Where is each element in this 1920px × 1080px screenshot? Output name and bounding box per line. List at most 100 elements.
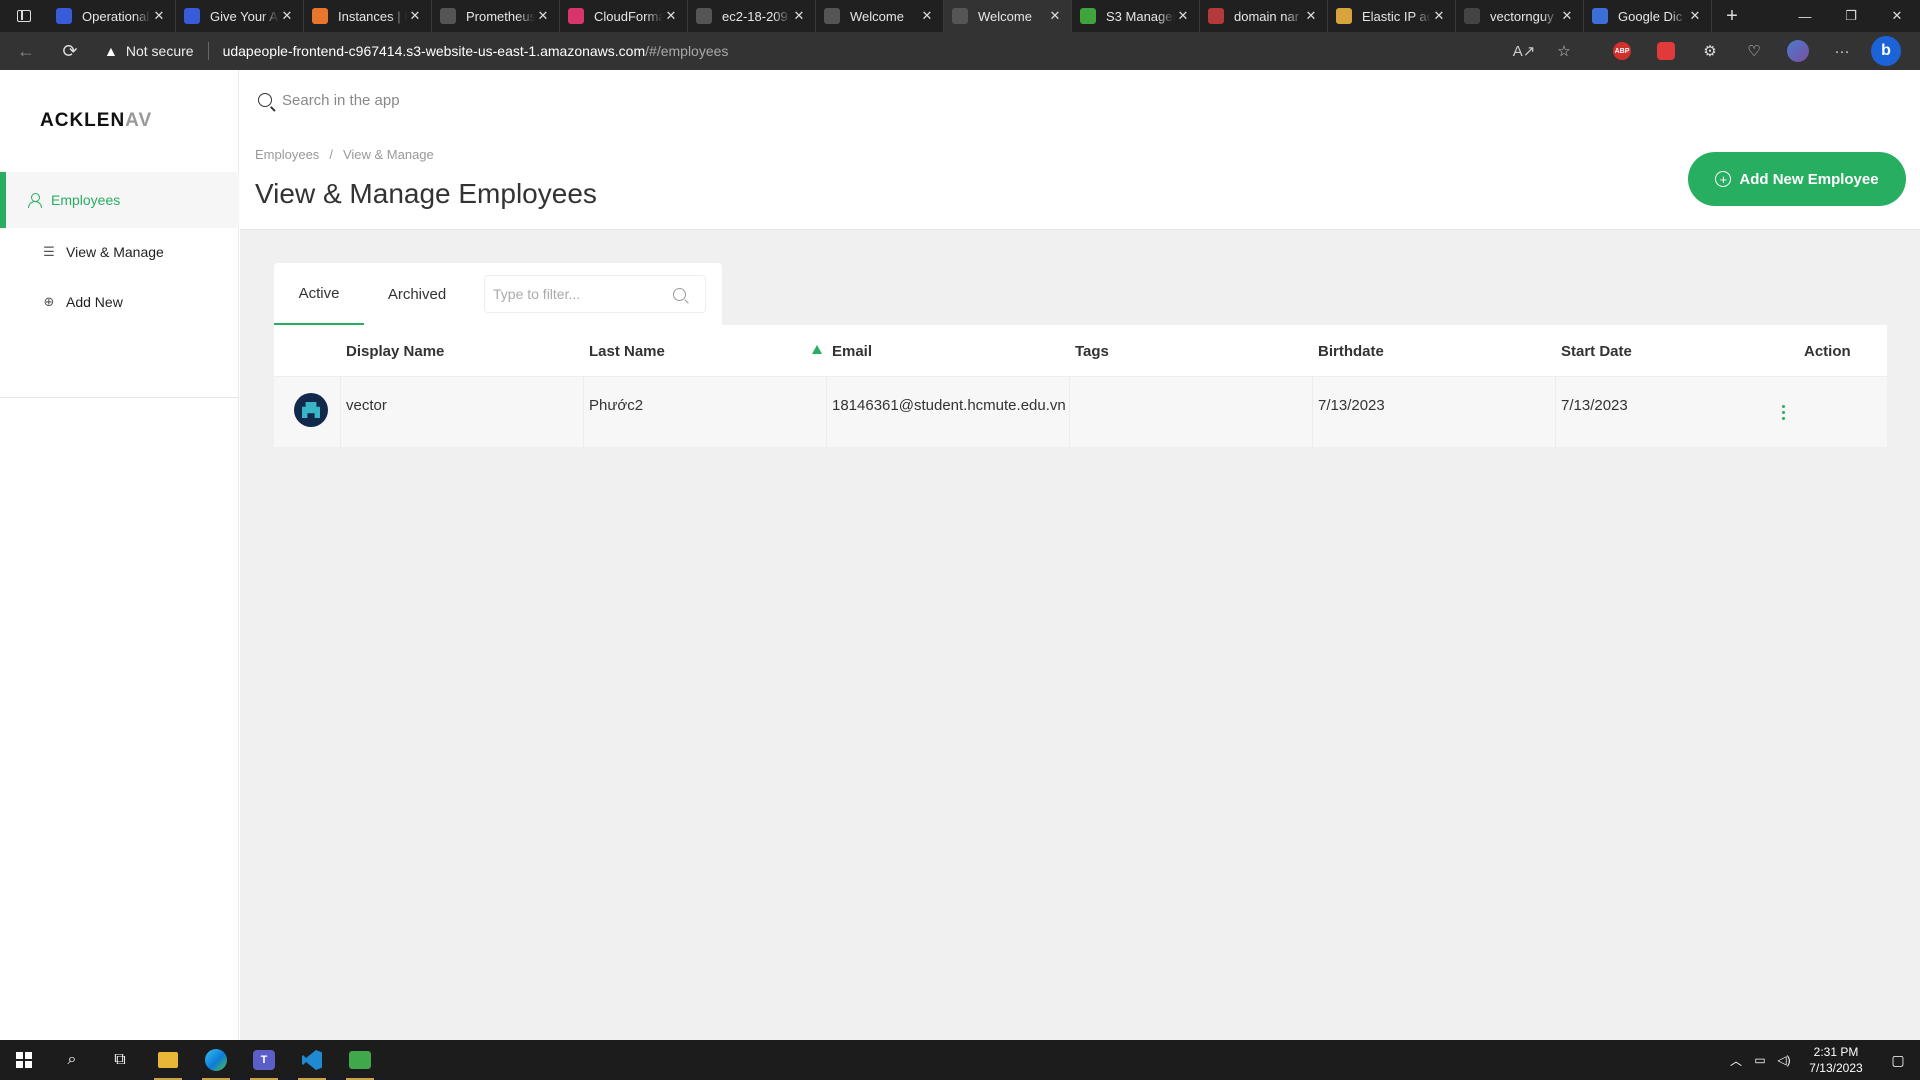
- column-tags[interactable]: Tags: [1075, 325, 1109, 377]
- bing-icon[interactable]: b: [1864, 32, 1908, 70]
- volume-icon[interactable]: ◁): [1772, 1053, 1796, 1067]
- reload-button[interactable]: ⟳: [52, 33, 88, 69]
- app-search-input[interactable]: [282, 91, 1522, 109]
- breadcrumb-root[interactable]: Employees: [255, 147, 319, 162]
- browser-tab[interactable]: Prometheus ✕: [432, 0, 560, 32]
- address-actions: A↗ ☆: [1504, 35, 1584, 67]
- sidebar-item-add-new[interactable]: ⊕ Add New: [0, 282, 239, 322]
- favorite-star-icon[interactable]: ☆: [1544, 42, 1584, 60]
- page-header: Employees / View & Manage View & Manage Em…: [240, 130, 1920, 230]
- search-icon[interactable]: [673, 287, 686, 301]
- browser-tab[interactable]: Instances | E ✕: [304, 0, 432, 32]
- browser-tab[interactable]: Elastic IP ac ✕: [1328, 0, 1456, 32]
- red-extension-icon[interactable]: [1644, 32, 1688, 70]
- logo-text: ACKLEN: [40, 110, 126, 131]
- row-actions-menu-icon[interactable]: [1782, 405, 1786, 420]
- browser-tab[interactable]: Google Dic ✕: [1584, 0, 1712, 32]
- column-birthdate[interactable]: Birthdate: [1318, 325, 1384, 377]
- cell-divider: [1069, 377, 1070, 447]
- browser-tab[interactable]: CloudForma ✕: [560, 0, 688, 32]
- file-explorer-icon[interactable]: [144, 1040, 192, 1080]
- cell-start-date: 7/13/2023: [1561, 396, 1628, 414]
- breadcrumb-current: View & Manage: [342, 147, 434, 162]
- close-window-button[interactable]: ✕: [1874, 0, 1920, 32]
- close-tab-icon[interactable]: ✕: [535, 8, 551, 24]
- browser-tab[interactable]: domain nar ✕: [1200, 0, 1328, 32]
- tray-overflow-icon[interactable]: ︿: [1724, 1052, 1748, 1069]
- start-button[interactable]: [0, 1040, 48, 1080]
- restore-button[interactable]: ❐: [1828, 0, 1874, 32]
- minimize-button[interactable]: —: [1782, 0, 1828, 32]
- close-tab-icon[interactable]: ✕: [1303, 8, 1319, 24]
- read-aloud-icon[interactable]: A↗: [1504, 42, 1544, 60]
- close-tab-icon[interactable]: ✕: [407, 8, 423, 24]
- close-tab-icon[interactable]: ✕: [663, 8, 679, 24]
- warning-icon[interactable]: ▲: [104, 43, 118, 59]
- window-controls: — ❐ ✕: [1782, 0, 1920, 32]
- main-content: Employees / View & Manage View & Manage Em…: [240, 70, 1920, 1040]
- sort-ascending-icon[interactable]: [812, 345, 822, 354]
- more-menu-icon[interactable]: ···: [1820, 32, 1864, 70]
- back-button[interactable]: ←: [8, 33, 44, 69]
- extensions-puzzle-icon[interactable]: ⚙: [1688, 32, 1732, 70]
- browser-tab[interactable]: S3 Manager ✕: [1072, 0, 1200, 32]
- browser-tab[interactable]: Welcome ✕: [944, 0, 1072, 32]
- sidebar-item-label: View & Manage: [66, 244, 164, 260]
- remote-desktop-icon[interactable]: [336, 1040, 384, 1080]
- column-email[interactable]: Email: [832, 325, 872, 377]
- app-logo[interactable]: ACKLENAV: [40, 110, 152, 132]
- column-display-name[interactable]: Display Name: [346, 325, 444, 377]
- github-icon: [1464, 8, 1480, 24]
- clock[interactable]: 2:31 PM 7/13/2023: [1796, 1044, 1876, 1076]
- add-new-employee-button[interactable]: + Add New Employee: [1688, 152, 1906, 206]
- close-tab-icon[interactable]: ✕: [151, 8, 167, 24]
- url-path[interactable]: /#/employees: [645, 43, 728, 59]
- bars-icon: [1208, 8, 1224, 24]
- close-tab-icon[interactable]: ✕: [919, 8, 935, 24]
- tab-archived[interactable]: Archived: [364, 263, 470, 325]
- close-tab-icon[interactable]: ✕: [791, 8, 807, 24]
- task-view-icon[interactable]: ⧉: [96, 1040, 144, 1080]
- cell-email: 18146361@student.hcmute.edu.vn: [832, 396, 1066, 414]
- sidebar: ACKLENAV Employees ☰ View & Manage ⊕ Add…: [0, 70, 239, 1040]
- sidebar-item-view-manage[interactable]: ☰ View & Manage: [0, 232, 239, 272]
- close-tab-icon[interactable]: ✕: [1047, 8, 1063, 24]
- browser-tab[interactable]: ec2-18-209 ✕: [688, 0, 816, 32]
- app-search-bar: [240, 70, 1920, 130]
- browser-tab[interactable]: Give Your A ✕: [176, 0, 304, 32]
- notifications-icon[interactable]: ▢: [1876, 1052, 1920, 1069]
- browser-tabs: Operational ✕ Give Your A ✕ Instances | E ✕ Pr…: [48, 0, 1712, 32]
- browser-essentials-icon[interactable]: ♡: [1732, 32, 1776, 70]
- page-icon: [952, 8, 968, 24]
- close-tab-icon[interactable]: ✕: [1687, 8, 1703, 24]
- security-status[interactable]: Not secure: [126, 43, 194, 59]
- close-tab-icon[interactable]: ✕: [1559, 8, 1575, 24]
- url-host[interactable]: udapeople-frontend-c967414.s3-website-us…: [223, 43, 646, 59]
- browser-tab-title: ec2-18-209: [722, 8, 788, 24]
- address-bar[interactable]: ▲ Not secure udapeople-frontend-c967414.…: [104, 35, 1584, 67]
- cell-divider: [826, 377, 827, 447]
- filter-input[interactable]: [493, 286, 673, 302]
- cell-birthdate: 7/13/2023: [1318, 396, 1385, 414]
- edge-browser-icon[interactable]: [192, 1040, 240, 1080]
- tab-active[interactable]: Active: [274, 263, 364, 325]
- sidebar-item-employees[interactable]: Employees: [0, 172, 239, 228]
- search-icon[interactable]: ⌕: [48, 1040, 96, 1080]
- list-icon: ☰: [43, 244, 55, 259]
- battery-icon[interactable]: ▭: [1748, 1053, 1772, 1067]
- close-tab-icon[interactable]: ✕: [1175, 8, 1191, 24]
- column-start-date[interactable]: Start Date: [1561, 325, 1632, 377]
- browser-tab[interactable]: vectornguy ✕: [1456, 0, 1584, 32]
- close-tab-icon[interactable]: ✕: [1431, 8, 1447, 24]
- table-row[interactable]: vector Phước2 18146361@student.hcmute.ed…: [274, 377, 1887, 447]
- tab-actions-icon[interactable]: [0, 0, 48, 32]
- adblock-extension-icon[interactable]: ABP: [1600, 32, 1644, 70]
- profile-avatar-icon[interactable]: [1776, 32, 1820, 70]
- column-last-name[interactable]: Last Name: [589, 325, 665, 377]
- close-tab-icon[interactable]: ✕: [279, 8, 295, 24]
- teams-icon[interactable]: T: [240, 1040, 288, 1080]
- vscode-icon[interactable]: [288, 1040, 336, 1080]
- new-tab-button[interactable]: +: [1712, 5, 1752, 28]
- browser-tab[interactable]: Operational ✕: [48, 0, 176, 32]
- browser-tab[interactable]: Welcome ✕: [816, 0, 944, 32]
